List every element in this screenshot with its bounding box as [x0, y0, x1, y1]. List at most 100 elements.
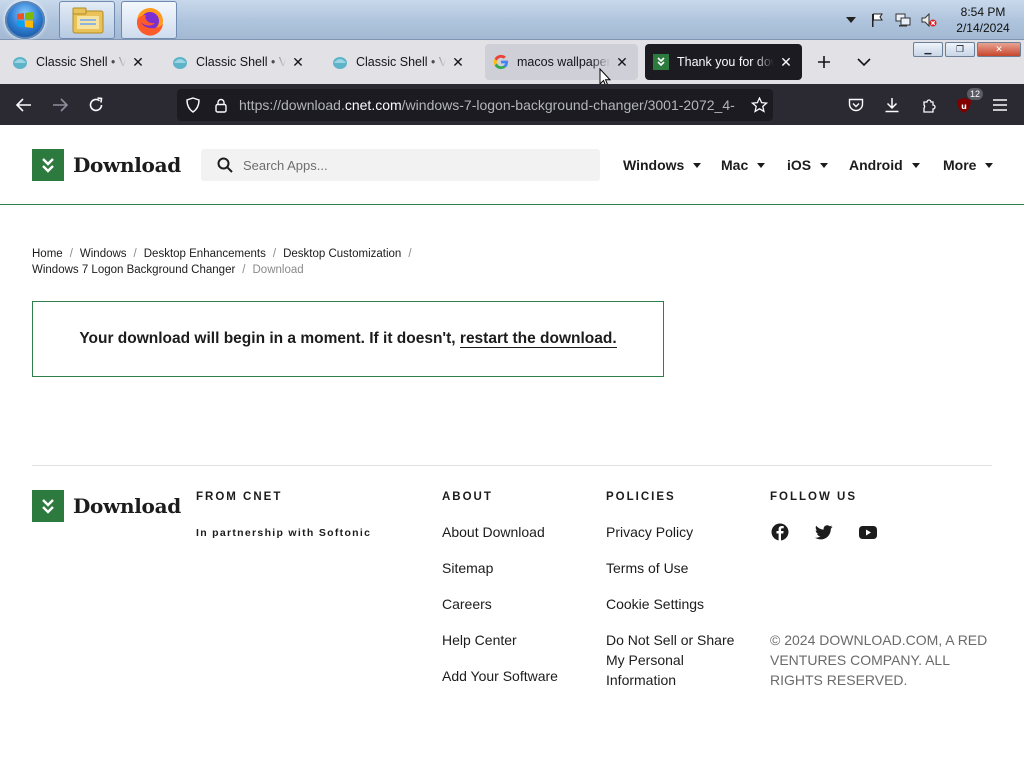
tab-title: macos wallpaper -	[517, 55, 610, 69]
footer-link-do-not-sell[interactable]: Do Not Sell or Share My Personal Informa…	[606, 630, 734, 690]
menu-label: More	[943, 157, 977, 173]
close-window-icon[interactable]: ✕	[977, 42, 1021, 57]
tab-classic-shell-3[interactable]: Classic Shell • View ✕	[324, 44, 474, 80]
menu-label: iOS	[787, 157, 812, 173]
breadcrumb: Home / Windows / Desktop Enhancements / Deskto…	[32, 248, 412, 276]
search-icon[interactable]	[217, 157, 233, 173]
show-hidden-icons-icon[interactable]	[843, 12, 859, 28]
action-center-flag-icon[interactable]	[869, 12, 885, 28]
classic-shell-icon	[333, 57, 347, 69]
footer-logo-text: Download	[73, 494, 181, 518]
footer-link-privacy-policy[interactable]: Privacy Policy	[606, 522, 693, 542]
footer-link-sitemap[interactable]: Sitemap	[442, 558, 493, 578]
caret-down-icon	[985, 162, 994, 168]
hamburger-menu-icon[interactable]	[989, 94, 1011, 116]
footer-heading-follow-us: FOLLOW US	[770, 491, 857, 503]
lock-icon[interactable]	[210, 94, 232, 116]
caret-down-icon	[693, 162, 702, 168]
footer-heading-policies: POLICIES	[606, 491, 676, 503]
downloads-icon[interactable]	[881, 94, 903, 116]
footer-link-help-center[interactable]: Help Center	[442, 630, 517, 650]
tracking-protection-shield-icon[interactable]	[182, 94, 204, 116]
close-tab-icon[interactable]: ✕	[614, 54, 630, 70]
url-text: https://download.cnet.com/windows-7-logo…	[239, 97, 739, 113]
tab-thank-you-download[interactable]: Thank you for downloading ✕	[645, 44, 802, 80]
reload-icon[interactable]	[85, 94, 107, 116]
menu-label: Android	[849, 157, 903, 173]
search-box[interactable]	[201, 149, 600, 181]
restart-download-link[interactable]: restart the download.	[459, 330, 617, 348]
download-chevrons-icon	[32, 149, 64, 181]
address-bar[interactable]: https://download.cnet.com/windows-7-logo…	[177, 89, 773, 121]
close-tab-icon[interactable]: ✕	[290, 54, 306, 70]
download-message-box: Your download will begin in a moment. If…	[32, 301, 664, 377]
download-logo[interactable]: Download	[32, 149, 181, 181]
tab-title: Classic Shell • View	[36, 55, 126, 69]
breadcrumb-home[interactable]: Home	[32, 248, 63, 260]
download-chevrons-icon	[32, 490, 64, 522]
footer-link-add-your-software[interactable]: Add Your Software	[442, 666, 558, 686]
footer-link-about-download[interactable]: About Download	[442, 522, 545, 542]
tab-macos-wallpaper[interactable]: macos wallpaper - ✕	[485, 44, 638, 80]
breadcrumb-windows[interactable]: Windows	[80, 248, 127, 260]
url-domain: cnet.com	[344, 97, 402, 113]
breadcrumb-app[interactable]: Windows 7 Logon Background Changer	[32, 264, 235, 276]
footer-link-line: Information	[606, 672, 677, 688]
browser-tab-strip: Classic Shell • View ✕ Classic Shell • V…	[0, 40, 1024, 84]
firefox-icon[interactable]	[121, 1, 177, 39]
footer-link-terms-of-use[interactable]: Terms of Use	[606, 558, 688, 578]
menu-more[interactable]: More	[943, 157, 994, 173]
minimize-window-icon[interactable]: ▁	[913, 42, 943, 57]
footer-heading-from-cnet: FROM CNET	[196, 491, 283, 503]
file-explorer-icon[interactable]	[59, 1, 115, 39]
window-controls: ▁ ❐ ✕	[911, 42, 1021, 57]
download-site-icon	[653, 54, 669, 70]
start-orb-icon[interactable]	[5, 1, 45, 39]
volume-muted-icon[interactable]	[921, 12, 937, 28]
clock-date: 2/14/2024	[956, 21, 1010, 35]
breadcrumb-desktop-customization[interactable]: Desktop Customization	[283, 248, 401, 260]
footer-divider	[32, 465, 992, 466]
network-icon[interactable]	[895, 12, 911, 28]
forward-arrow-icon[interactable]	[49, 94, 71, 116]
close-tab-icon[interactable]: ✕	[778, 54, 794, 70]
youtube-icon[interactable]	[858, 522, 878, 542]
windows-flag-icon	[17, 12, 33, 28]
system-tray: 8:54 PM 2/14/2024	[838, 0, 1024, 40]
browser-navigation-bar: https://download.cnet.com/windows-7-logo…	[0, 84, 1024, 125]
footer-link-cookie-settings[interactable]: Cookie Settings	[606, 594, 704, 614]
pocket-icon[interactable]	[845, 94, 867, 116]
taskbar-clock[interactable]: 8:54 PM 2/14/2024	[950, 4, 1016, 36]
list-all-tabs-chevron-down-icon[interactable]	[852, 50, 876, 74]
tab-title: Classic Shell • View	[196, 55, 286, 69]
close-tab-icon[interactable]: ✕	[130, 54, 146, 70]
breadcrumb-current: Download	[252, 264, 304, 276]
download-message-text: Your download will begin in a moment. If…	[79, 330, 460, 347]
tab-classic-shell-1[interactable]: Classic Shell • View ✕	[4, 44, 154, 80]
extensions-puzzle-icon[interactable]	[918, 94, 940, 116]
restore-window-icon[interactable]: ❐	[945, 42, 975, 57]
close-tab-icon[interactable]: ✕	[450, 54, 466, 70]
footer-download-logo[interactable]: Download	[32, 490, 181, 522]
twitter-icon[interactable]	[814, 522, 834, 542]
bookmark-star-icon[interactable]	[748, 94, 770, 116]
tab-title: Thank you for downloading	[677, 55, 774, 69]
footer-link-line: My Personal	[606, 652, 684, 668]
ublock-origin-icon[interactable]: u 12	[953, 88, 984, 116]
menu-mac[interactable]: Mac	[721, 157, 766, 173]
menu-windows[interactable]: Windows	[623, 157, 702, 173]
caret-down-icon	[911, 162, 920, 168]
windows-taskbar: 8:54 PM 2/14/2024	[0, 0, 1024, 40]
footer-link-careers[interactable]: Careers	[442, 594, 492, 614]
svg-text:u: u	[961, 102, 967, 111]
facebook-icon[interactable]	[770, 522, 790, 542]
tab-title: Classic Shell • View	[356, 55, 446, 69]
breadcrumb-desktop-enhancements[interactable]: Desktop Enhancements	[144, 248, 266, 260]
back-arrow-icon[interactable]	[13, 94, 35, 116]
menu-ios[interactable]: iOS	[787, 157, 829, 173]
menu-android[interactable]: Android	[849, 157, 920, 173]
tab-classic-shell-2[interactable]: Classic Shell • View ✕	[164, 44, 314, 80]
new-tab-plus-icon[interactable]	[812, 50, 836, 74]
search-input[interactable]	[243, 149, 583, 181]
footer-copyright: © 2024 DOWNLOAD.COM, A RED VENTURES COMP…	[770, 632, 988, 688]
